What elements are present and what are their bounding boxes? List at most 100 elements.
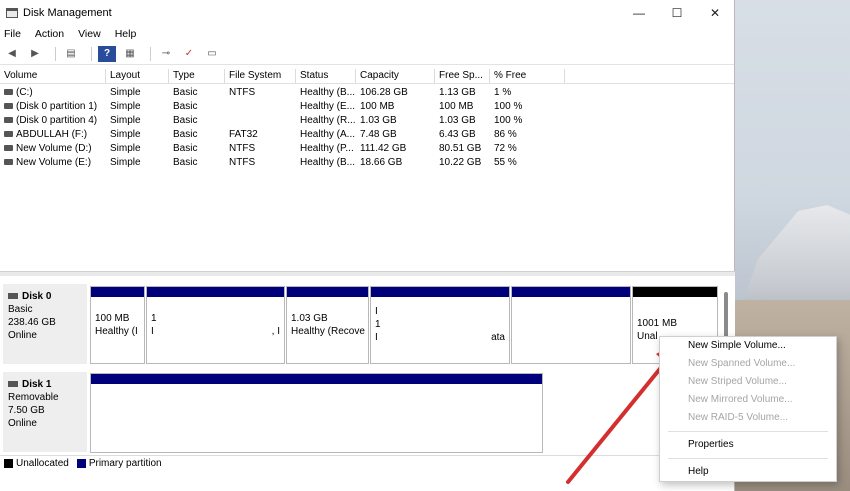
disk0-partition-2[interactable]: 1 I , I <box>146 286 285 364</box>
cell-layout: Simple <box>110 143 141 154</box>
cell-capacity: 1.03 GB <box>360 115 397 126</box>
cell-type: Basic <box>173 157 198 168</box>
cell-type: Basic <box>173 87 198 98</box>
connect-icon[interactable]: ⊸ <box>157 46 175 62</box>
cell-file-system <box>225 114 296 128</box>
cell-volume: New Volume (D:) <box>0 142 106 156</box>
cell-free-space: 10.22 GB <box>439 157 482 168</box>
disk0-type: Basic <box>8 304 33 315</box>
toolbar-divider <box>55 46 56 61</box>
volume-icon <box>4 89 13 96</box>
back-arrow-icon[interactable]: ◀ <box>3 46 21 62</box>
partition-label: I <box>375 306 378 317</box>
menu-action[interactable]: Action <box>35 28 64 40</box>
cell-volume: (Disk 0 partition 4) <box>0 114 106 128</box>
partition-size: 1.03 GB <box>291 313 328 324</box>
cell-capacity: 100 MB <box>360 101 395 112</box>
volume-name: (Disk 0 partition 1) <box>16 101 98 112</box>
cell-capacity: 106.28 GB <box>360 87 408 98</box>
cell-free-space: 80.51 GB <box>439 143 482 154</box>
table-row[interactable]: New Volume (D:) Simple Basic NTFS Healthy (P… <box>0 142 734 156</box>
column-free-space[interactable]: Free Sp... <box>435 69 490 83</box>
check-icon[interactable]: ✓ <box>180 46 198 62</box>
menu-new-raid5-volume[interactable]: New RAID-5 Volume... <box>660 409 836 427</box>
disk0-status: Online <box>8 330 37 341</box>
menu-file[interactable]: File <box>4 28 21 40</box>
column-status[interactable]: Status <box>296 69 356 83</box>
toolbar-divider <box>150 46 151 61</box>
column-layout[interactable]: Layout <box>106 69 169 83</box>
cell-file-system: NTFS <box>229 87 256 98</box>
menu-new-mirrored-volume[interactable]: New Mirrored Volume... <box>660 391 836 409</box>
cell-layout: Simple <box>110 157 141 168</box>
column-volume[interactable]: Volume <box>0 69 106 83</box>
column-percent-free[interactable]: % Free <box>490 69 565 83</box>
cell-capacity: 18.66 GB <box>360 157 403 168</box>
cell-volume: New Volume (E:) <box>0 156 106 170</box>
partition-size: 1 <box>375 319 381 330</box>
toolbar-divider <box>91 46 92 61</box>
menu-new-simple-volume[interactable]: New Simple Volume... <box>660 337 836 355</box>
menu-divider <box>668 431 828 432</box>
minimize-button[interactable]: — <box>620 0 658 25</box>
maximize-button[interactable]: ☐ <box>658 0 696 25</box>
disk1-status: Online <box>8 418 37 429</box>
help-icon[interactable]: ? <box>98 45 116 62</box>
table-row[interactable]: (Disk 0 partition 4) Simple Basic Healthy (… <box>0 114 734 128</box>
cell-percent-free: 72 % <box>494 143 517 154</box>
legend-primary: Primary partition <box>88 458 162 469</box>
column-type[interactable]: Type <box>169 69 225 83</box>
table-row[interactable]: (C:) Simple Basic NTFS Healthy (B... 106.28 G… <box>0 86 734 100</box>
properties-grid-icon[interactable]: ▦ <box>121 46 139 62</box>
volume-icon <box>4 145 13 152</box>
partition-size: 1 <box>151 313 157 324</box>
menu-help[interactable]: Help <box>115 28 137 40</box>
volume-list-header: Volume Layout Type File System Status Ca… <box>0 69 734 84</box>
table-row[interactable]: New Volume (E:) Simple Basic NTFS Healthy (B… <box>0 156 734 170</box>
volume-name: (C:) <box>16 87 33 98</box>
cell-status: Healthy (B... <box>300 157 356 168</box>
disk0-partition-1[interactable]: 100 MB Healthy (I <box>90 286 145 364</box>
cell-status: Healthy (R... <box>300 115 356 126</box>
menu-help[interactable]: Help <box>660 463 836 481</box>
disk0-partition-4[interactable]: I 1 Iata <box>370 286 510 364</box>
disk-management-icon <box>6 7 18 18</box>
cell-volume: ABDULLAH (F:) <box>0 128 106 142</box>
volume-icon <box>4 117 13 124</box>
window-icon[interactable]: ▭ <box>203 46 221 62</box>
table-row[interactable]: (Disk 0 partition 1) Simple Basic Healthy (… <box>0 100 734 114</box>
cell-status: Healthy (E... <box>300 101 356 112</box>
unallocated-swatch <box>4 459 13 468</box>
menu-new-spanned-volume[interactable]: New Spanned Volume... <box>660 355 836 373</box>
menu-properties[interactable]: Properties <box>660 436 836 454</box>
menu-divider <box>668 458 828 459</box>
disk1-type: Removable <box>8 392 59 403</box>
cell-percent-free: 86 % <box>494 129 517 140</box>
partition-status-tail: ata <box>491 332 505 343</box>
forward-arrow-icon[interactable]: ▶ <box>26 46 44 62</box>
cell-layout: Simple <box>110 129 141 140</box>
cell-free-space: 6.43 GB <box>439 129 476 140</box>
disk1-partition[interactable] <box>90 373 543 453</box>
table-row[interactable]: ABDULLAH (F:) Simple Basic FAT32 Healthy (A.… <box>0 128 734 142</box>
cell-status: Healthy (P... <box>300 143 354 154</box>
disk0-info[interactable]: Disk 0 Basic 238.46 GB Online <box>3 284 87 364</box>
volume-name: New Volume (D:) <box>16 143 92 154</box>
partition-status-tail: , I <box>271 326 280 337</box>
close-button[interactable]: ✕ <box>696 0 734 25</box>
column-capacity[interactable]: Capacity <box>356 69 435 83</box>
cell-type: Basic <box>173 143 198 154</box>
disk0-partition-3[interactable]: 1.03 GB Healthy (Recove <box>286 286 369 364</box>
menu-new-striped-volume[interactable]: New Striped Volume... <box>660 373 836 391</box>
cell-free-space: 1.03 GB <box>439 115 476 126</box>
cell-percent-free: 100 % <box>494 101 523 112</box>
disk1-info[interactable]: Disk 1 Removable 7.50 GB Online <box>3 372 87 452</box>
cell-percent-free: 55 % <box>494 157 517 168</box>
legend-unallocated: Unallocated <box>16 458 69 469</box>
cell-capacity: 111.42 GB <box>360 143 407 154</box>
column-file-system[interactable]: File System <box>225 69 296 83</box>
menu-view[interactable]: View <box>78 28 101 40</box>
partition-status: I <box>151 326 154 337</box>
title-bar: Disk Management — ☐ ✕ <box>0 0 734 25</box>
disk-list-icon[interactable]: ▤ <box>62 46 80 62</box>
